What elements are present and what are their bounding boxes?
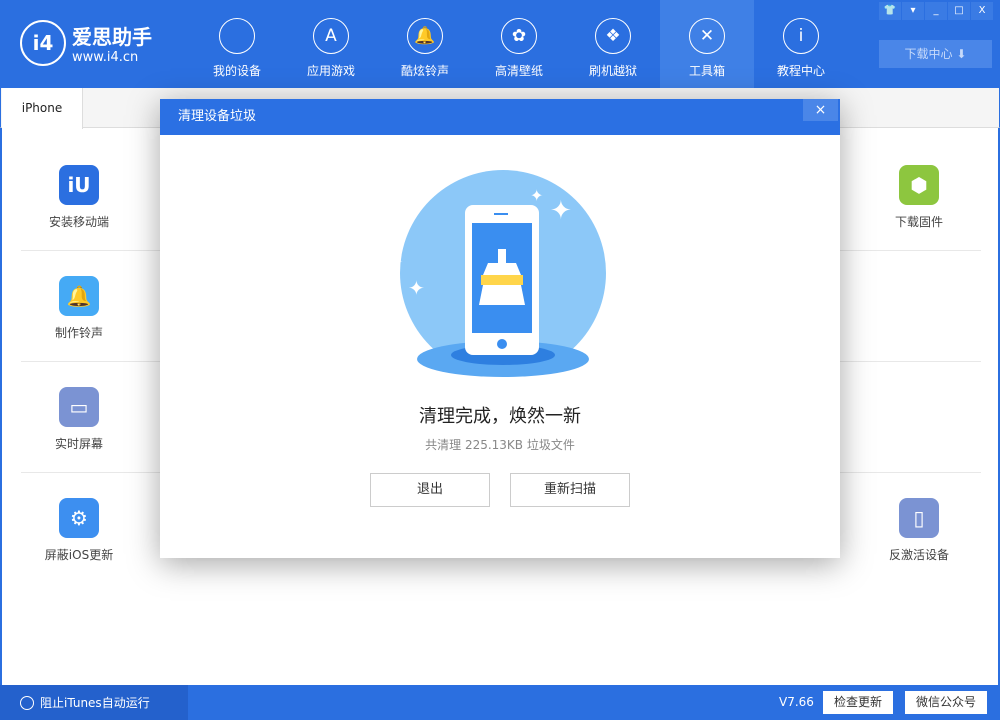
monitor-icon: ▭: [59, 387, 99, 427]
nav-flower[interactable]: ✿ 高清壁纸: [472, 0, 566, 88]
tool-label: 屏蔽iOS更新: [44, 548, 114, 562]
logo-url: www.i4.cn: [72, 50, 139, 65]
minimize-icon[interactable]: _: [925, 2, 947, 20]
nav-dropbox[interactable]: ❖ 刷机越狱: [566, 0, 660, 88]
dialog-title: 清理设备垃圾: [178, 109, 257, 124]
skin-icon[interactable]: 👕: [879, 2, 901, 20]
svg-text:✦: ✦: [408, 276, 425, 300]
nav-info[interactable]: i 教程中心: [754, 0, 848, 88]
status-bar: 阻止iTunes自动运行 V7.66 检查更新 微信公众号: [0, 685, 1000, 720]
radio-icon: [20, 695, 34, 710]
download-center-label: 下载中心: [904, 47, 953, 61]
tool-item[interactable]: iU 安装移动端: [19, 165, 139, 230]
svg-text:✦: ✦: [390, 252, 403, 271]
result-subtitle: 共清理 225.13KB 垃圾文件: [425, 438, 575, 452]
flower-icon: ✿: [501, 18, 537, 54]
tool-item[interactable]: ⬢ 下载固件: [859, 165, 979, 230]
logo-title: 爱思助手: [72, 25, 152, 49]
download-center-button[interactable]: 下载中心 ⬇: [879, 40, 992, 68]
close-icon[interactable]: X: [971, 2, 993, 20]
apple-icon: [219, 18, 255, 54]
phone-clean-illustration: ✦ ✦ ✦ ✦: [390, 170, 606, 377]
i4-app-icon: iU: [59, 165, 99, 205]
svg-text:✦: ✦: [530, 186, 543, 205]
tools-icon: ✕: [689, 18, 725, 54]
nav-bell[interactable]: 🔔 酷炫铃声: [378, 0, 472, 88]
version-label: V7.66: [779, 695, 814, 709]
tool-label: 实时屏幕: [54, 437, 103, 451]
dropbox-icon: ❖: [595, 18, 631, 54]
download-icon: ⬇: [956, 47, 967, 61]
tool-item[interactable]: ▭ 实时屏幕: [19, 387, 139, 452]
dialog-close-button[interactable]: ×: [803, 99, 838, 121]
tab-iphone[interactable]: iPhone: [2, 88, 83, 129]
tool-label: 安装移动端: [48, 215, 109, 229]
tool-label: 制作铃声: [54, 326, 103, 340]
dialog-header: 清理设备垃圾 ×: [160, 99, 840, 135]
maximize-icon[interactable]: □: [948, 2, 970, 20]
bell-plus-icon: 🔔: [59, 276, 99, 316]
tool-item[interactable]: 🔔 制作铃声: [19, 276, 139, 341]
block-itunes-toggle[interactable]: 阻止iTunes自动运行: [0, 685, 188, 720]
clean-junk-dialog: 清理设备垃圾 × ✦ ✦ ✦ ✦ 清理完成，焕然一新 共清理 225.13KB …: [160, 99, 840, 558]
exit-button[interactable]: 退出: [370, 473, 490, 507]
top-bar: i4 爱思助手 www.i4.cn 我的设备 A 应用游戏 🔔 酷炫铃声 ✿ 高清壁纸 ❖ 刷机…: [0, 0, 1000, 88]
info-icon: i: [783, 18, 819, 54]
nav-apple[interactable]: 我的设备: [190, 0, 284, 88]
gear-block-icon: ⚙: [59, 498, 99, 538]
nav-label: 应用游戏: [306, 64, 355, 78]
svg-text:✦: ✦: [550, 196, 572, 226]
nav-tools[interactable]: ✕ 工具箱: [660, 0, 754, 88]
nav-label: 我的设备: [212, 64, 261, 78]
logo: i4 爱思助手 www.i4.cn: [20, 20, 152, 66]
nav-app-store[interactable]: A 应用游戏: [284, 0, 378, 88]
nav-label: 酷炫铃声: [400, 64, 449, 78]
bell-icon: 🔔: [407, 18, 443, 54]
app-store-icon: A: [313, 18, 349, 54]
cube-icon: ⬢: [899, 165, 939, 205]
check-update-button[interactable]: 检查更新: [823, 691, 893, 714]
tool-item[interactable]: ⚙ 屏蔽iOS更新: [19, 498, 139, 563]
wechat-button[interactable]: 微信公众号: [905, 691, 987, 714]
block-itunes-label: 阻止iTunes自动运行: [40, 696, 150, 710]
rescan-button[interactable]: 重新扫描: [510, 473, 630, 507]
logo-mark: i4: [20, 20, 66, 66]
result-title: 清理完成，焕然一新: [419, 406, 581, 427]
menu-icon[interactable]: ▾: [902, 2, 924, 20]
nav-label: 教程中心: [776, 64, 825, 78]
tool-label: 反激活设备: [888, 548, 949, 562]
nav-label: 工具箱: [688, 64, 725, 78]
nav-label: 高清壁纸: [494, 64, 543, 78]
tablet-icon: ▯: [899, 498, 939, 538]
tool-label: 下载固件: [894, 215, 943, 229]
nav-label: 刷机越狱: [588, 64, 637, 78]
tool-item[interactable]: ▯ 反激活设备: [859, 498, 979, 563]
